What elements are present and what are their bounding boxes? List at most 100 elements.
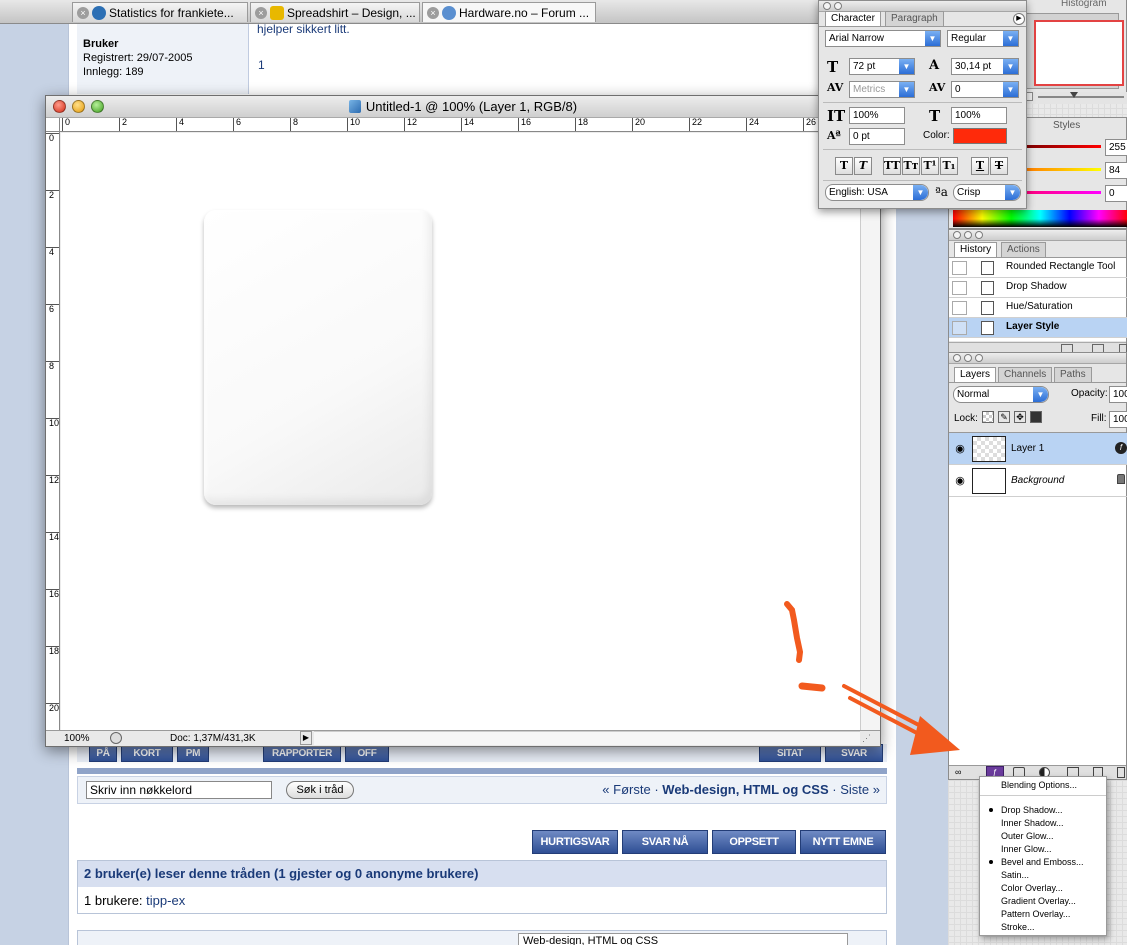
strikethrough-button[interactable]: T: [990, 157, 1008, 175]
delete-layer-icon[interactable]: [1117, 767, 1125, 778]
history-state[interactable]: Rounded Rectangle Tool: [949, 258, 1127, 278]
blend-mode-select[interactable]: Normal ▼: [953, 386, 1049, 403]
reader-user-link[interactable]: tipp-ex: [146, 893, 185, 908]
tab-layers[interactable]: Layers: [954, 367, 997, 382]
history-brush-source[interactable]: [952, 321, 967, 335]
lock-pixels-icon[interactable]: ✎: [998, 411, 1010, 423]
menu-item-satin[interactable]: Satin...: [1001, 870, 1029, 880]
first-page-link[interactable]: « Første: [602, 782, 650, 797]
zoom-slider[interactable]: [1038, 96, 1124, 98]
forum-jump-select[interactable]: Web-design, HTML og CSS: [518, 933, 848, 945]
visibility-eye-icon[interactable]: ◉: [953, 442, 967, 455]
history-brush-source[interactable]: [952, 301, 967, 315]
close-palette-icon[interactable]: [953, 354, 961, 362]
font-family-select[interactable]: Arial Narrow ▼: [825, 30, 941, 47]
status-menu-icon[interactable]: [110, 732, 122, 744]
lock-position-icon[interactable]: ✥: [1014, 411, 1026, 423]
browser-tab-hardware[interactable]: × Hardware.no – Forum ...: [422, 2, 596, 22]
collapse-palette-icon[interactable]: [964, 354, 972, 362]
menu-item-blending-options[interactable]: Blending Options...: [1001, 780, 1077, 790]
rounded-rectangle-shape[interactable]: [204, 210, 432, 505]
reply-now-button[interactable]: SVAR NÅ: [622, 830, 708, 854]
blue-value[interactable]: 0: [1105, 185, 1127, 202]
close-palette-icon[interactable]: [823, 2, 831, 10]
subscript-button[interactable]: T₁: [940, 157, 958, 175]
browser-tab-spreadshirt[interactable]: × Spreadshirt – Design, ...: [250, 2, 420, 22]
kerning-field[interactable]: Metrics ▼: [849, 81, 915, 98]
tab-character[interactable]: Character: [825, 11, 881, 26]
vertical-scale-field[interactable]: 100%: [849, 107, 905, 124]
antialias-select[interactable]: Crisp ▼: [953, 184, 1021, 201]
layer-row-layer-1[interactable]: ◉ Layer 1 f: [949, 433, 1127, 465]
horizontal-ruler[interactable]: 0 2 4 6 8 10 12 14 16 18 20 22 24 26: [60, 118, 880, 132]
document-titlebar[interactable]: Untitled-1 @ 100% (Layer 1, RGB/8): [46, 96, 880, 118]
collapse-palette-icon[interactable]: [964, 231, 972, 239]
zoom-palette-icon[interactable]: [975, 231, 983, 239]
font-style-select[interactable]: Regular ▼: [947, 30, 1019, 47]
collapse-palette-icon[interactable]: [834, 2, 842, 10]
new-topic-button[interactable]: NYTT EMNE: [800, 830, 886, 854]
tab-channels[interactable]: Channels: [998, 367, 1053, 382]
zoom-palette-icon[interactable]: [975, 354, 983, 362]
layer-row-background[interactable]: ◉ Background: [949, 465, 1127, 497]
layers-palette-titlebar[interactable]: [949, 353, 1126, 364]
styles-tab[interactable]: Styles: [1053, 120, 1080, 131]
history-state[interactable]: Hue/Saturation: [949, 298, 1127, 318]
green-value[interactable]: 84: [1105, 162, 1127, 179]
histogram-tab[interactable]: Histogram: [1061, 0, 1107, 9]
last-page-link[interactable]: Siste »: [840, 782, 880, 797]
faux-italic-button[interactable]: T: [854, 157, 872, 175]
close-tab-icon[interactable]: ×: [255, 6, 267, 19]
tab-history[interactable]: History: [954, 242, 998, 257]
menu-item-stroke[interactable]: Stroke...: [1001, 922, 1035, 932]
history-state[interactable]: Drop Shadow: [949, 278, 1127, 298]
palette-menu-icon[interactable]: ▶: [1013, 13, 1025, 25]
navigator-view-box[interactable]: [1034, 20, 1124, 86]
menu-item-inner-glow[interactable]: Inner Glow...: [1001, 844, 1052, 854]
layer-name[interactable]: Layer 1: [1011, 443, 1044, 454]
menu-item-outer-glow[interactable]: Outer Glow...: [1001, 831, 1054, 841]
history-state-current[interactable]: Layer Style: [949, 318, 1127, 338]
search-thread-button[interactable]: Søk i tråd: [286, 781, 354, 799]
text-color-swatch[interactable]: [953, 128, 1007, 144]
color-ramp[interactable]: [953, 210, 1127, 227]
close-palette-icon[interactable]: [953, 231, 961, 239]
small-caps-button[interactable]: Tт: [902, 157, 920, 175]
forum-name-link[interactable]: Web-design, HTML og CSS: [662, 782, 828, 797]
zoom-window-icon[interactable]: [91, 100, 104, 113]
opacity-field[interactable]: 100: [1109, 386, 1127, 403]
tab-paragraph[interactable]: Paragraph: [885, 11, 944, 26]
browser-tab-statistics[interactable]: × Statistics for frankiete...: [72, 2, 248, 22]
lock-all-icon[interactable]: [1030, 411, 1042, 423]
zoom-level[interactable]: 100%: [64, 733, 90, 744]
superscript-button[interactable]: T¹: [921, 157, 939, 175]
lock-transparency-icon[interactable]: [982, 411, 994, 423]
menu-item-bevel-emboss[interactable]: Bevel and Emboss...: [1001, 857, 1084, 867]
thread-search-input[interactable]: Skriv inn nøkkelord: [86, 781, 272, 799]
language-select[interactable]: English: USA ▼: [825, 184, 929, 201]
history-brush-source[interactable]: [952, 281, 967, 295]
close-tab-icon[interactable]: ×: [77, 6, 89, 19]
menu-item-pattern-overlay[interactable]: Pattern Overlay...: [1001, 909, 1070, 919]
visibility-eye-icon[interactable]: ◉: [953, 474, 967, 487]
menu-item-inner-shadow[interactable]: Inner Shadow...: [1001, 818, 1064, 828]
tab-paths[interactable]: Paths: [1054, 367, 1092, 382]
red-value[interactable]: 255: [1105, 139, 1127, 156]
close-window-icon[interactable]: [53, 100, 66, 113]
quick-reply-button[interactable]: HURTIGSVAR: [532, 830, 618, 854]
all-caps-button[interactable]: TT: [883, 157, 901, 175]
leading-field[interactable]: 30,14 pt ▼: [951, 58, 1019, 75]
horizontal-scale-field[interactable]: 100%: [951, 107, 1007, 124]
history-brush-source[interactable]: [952, 261, 967, 275]
ruler-origin[interactable]: [46, 118, 60, 132]
history-palette-titlebar[interactable]: [949, 230, 1126, 241]
baseline-shift-field[interactable]: 0 pt: [849, 128, 905, 145]
layer-effects-icon[interactable]: f: [1115, 442, 1127, 454]
tab-actions[interactable]: Actions: [1001, 242, 1046, 257]
vertical-ruler[interactable]: 0 2 4 6 8 10 12 14 16 18 20: [46, 132, 60, 730]
tracking-field[interactable]: 0 ▼: [951, 81, 1019, 98]
close-tab-icon[interactable]: ×: [427, 6, 439, 19]
fill-field[interactable]: 100: [1109, 411, 1127, 428]
faux-bold-button[interactable]: T: [835, 157, 853, 175]
minimize-window-icon[interactable]: [72, 100, 85, 113]
